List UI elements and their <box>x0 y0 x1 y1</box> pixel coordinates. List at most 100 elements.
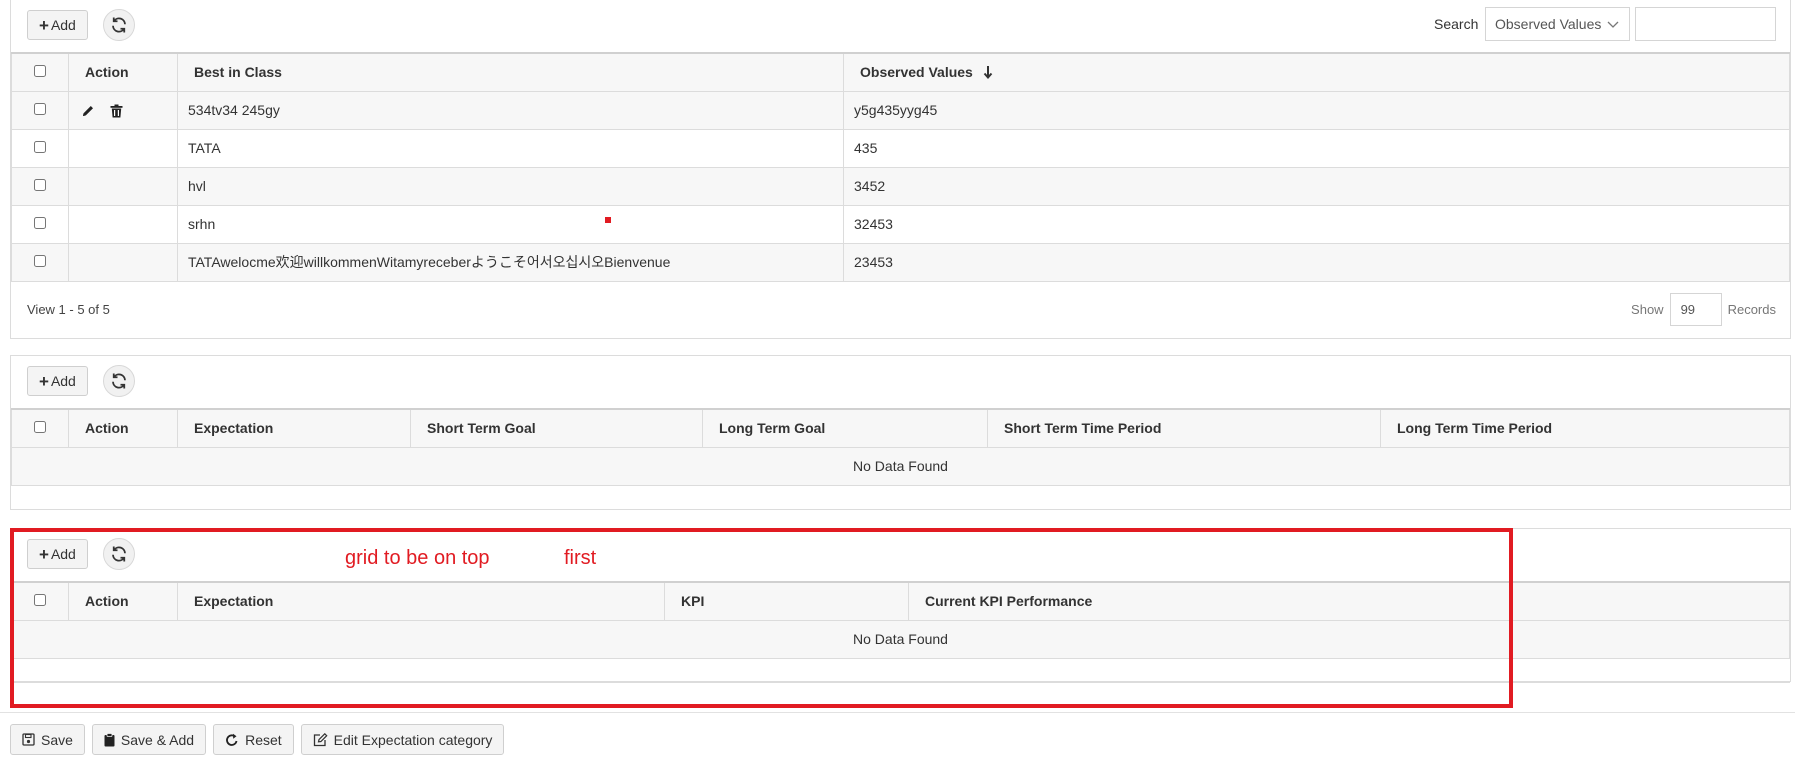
column-header-observed-values[interactable]: Observed Values <box>843 52 1790 92</box>
row-action-cell <box>68 242 178 282</box>
no-data-row: No Data Found <box>11 619 1790 659</box>
row-action-cell <box>68 166 178 206</box>
search-field-select[interactable]: Observed Values <box>1485 7 1630 41</box>
cell-best-in-class: srhn <box>177 204 844 244</box>
cell-best-in-class: 534tv34 245gy <box>177 90 844 130</box>
plus-icon: + <box>39 15 49 35</box>
trash-icon[interactable] <box>110 104 123 118</box>
grid1-add-button[interactable]: + Add <box>27 10 88 40</box>
row-select-cell <box>11 242 69 282</box>
table-header-row: Action Expectation KPI Current KPI Perfo… <box>11 581 1790 621</box>
grid2-add-button[interactable]: + Add <box>27 366 88 396</box>
row-checkbox[interactable] <box>34 141 46 153</box>
expectation-kpi-table: Action Expectation KPI Current KPI Perfo… <box>11 581 1790 659</box>
annotation-text-first: first <box>564 547 597 569</box>
column-header-short-term-goal[interactable]: Short Term Goal <box>410 408 703 448</box>
records-label: Records <box>1727 301 1776 317</box>
cell-observed-values: y5g435yyg45 <box>843 90 1790 130</box>
plus-icon: + <box>39 371 49 391</box>
cell-best-in-class: TATA <box>177 128 844 168</box>
expectation-kpi-panel: + Add Action Expectation KPI Current KPI… <box>10 528 1791 683</box>
reset-button-label: Reset <box>245 731 282 748</box>
column-header-action: Action <box>68 52 178 92</box>
grid1-add-label: Add <box>50 17 76 33</box>
grid3-toolbar: + Add <box>11 529 1790 581</box>
records-per-page-input[interactable] <box>1669 292 1722 326</box>
column-header-expectation[interactable]: Expectation <box>177 408 411 448</box>
row-select-cell <box>11 166 69 206</box>
show-label: Show <box>1631 301 1664 317</box>
select-all-checkbox[interactable] <box>34 594 46 607</box>
row-select-cell <box>11 90 69 130</box>
grid3-refresh-button[interactable] <box>103 538 135 570</box>
plus-icon: + <box>39 544 49 564</box>
row-select-cell <box>11 128 69 168</box>
pencil-icon[interactable] <box>81 104 95 118</box>
cell-best-in-class: TATAwelocme欢迎willkommenWitamyreceberようこそ… <box>177 242 844 282</box>
table-row[interactable]: hvl 3452 <box>11 166 1790 206</box>
column-header-current-kpi-performance[interactable]: Current KPI Performance <box>908 581 1790 621</box>
reset-icon <box>226 733 238 746</box>
save-button[interactable]: Save <box>10 724 85 755</box>
column-header-short-term-time-period[interactable]: Short Term Time Period <box>987 408 1381 448</box>
expectation-goals-panel: + Add Action Expectation Short Term Goal… <box>10 355 1791 510</box>
annotation-text-grid-on-top: grid to be on top <box>345 547 490 569</box>
search-input[interactable] <box>1635 7 1776 41</box>
row-checkbox[interactable] <box>34 179 46 191</box>
row-action-cell <box>68 204 178 244</box>
annotation-red-dot <box>605 217 611 223</box>
grid3-add-label: Add <box>50 546 76 562</box>
column-header-action: Action <box>68 581 178 621</box>
refresh-icon <box>112 17 126 33</box>
save-button-label: Save <box>41 731 73 748</box>
records-per-page: Show Records <box>1631 292 1776 326</box>
grid1-refresh-button[interactable] <box>103 9 135 41</box>
grid2-toolbar: + Add <box>11 356 1790 408</box>
select-all-checkbox[interactable] <box>34 421 46 434</box>
save-and-add-button-label: Save & Add <box>120 731 195 748</box>
cell-observed-values: 32453 <box>843 204 1790 244</box>
clipboard-icon <box>104 732 115 746</box>
row-checkbox[interactable] <box>34 217 46 229</box>
column-header-expectation[interactable]: Expectation <box>177 581 665 621</box>
table-row[interactable]: TATAwelocme欢迎willkommenWitamyreceberようこそ… <box>11 242 1790 282</box>
sort-down-arrow-icon <box>983 66 992 80</box>
table-header-row: Action Best in Class Observed Values <box>11 52 1790 92</box>
row-checkbox[interactable] <box>34 103 46 115</box>
row-action-cell <box>68 90 178 130</box>
best-in-class-panel: + Add Search Observed Values Action Best… <box>10 0 1791 339</box>
reset-button[interactable]: Reset <box>213 724 294 755</box>
search-label: Search <box>1434 16 1479 32</box>
column-header-kpi[interactable]: KPI <box>664 581 909 621</box>
best-in-class-table: Action Best in Class Observed Values 534… <box>11 52 1790 282</box>
table-row[interactable]: 534tv34 245gy y5g435yyg45 <box>11 90 1790 130</box>
column-header-long-term-goal[interactable]: Long Term Goal <box>702 408 988 448</box>
table-row[interactable]: srhn 32453 <box>11 204 1790 244</box>
cell-best-in-class: hvl <box>177 166 844 206</box>
column-header-action: Action <box>68 408 178 448</box>
grid3-footer <box>11 659 1790 683</box>
grid2-footer <box>11 486 1790 510</box>
form-separator <box>0 712 1795 713</box>
select-all-checkbox[interactable] <box>34 65 46 78</box>
grid2-refresh-button[interactable] <box>103 365 135 397</box>
chevron-down-icon <box>1607 21 1619 28</box>
cell-observed-values: 435 <box>843 128 1790 168</box>
expectation-goals-table: Action Expectation Short Term Goal Long … <box>11 408 1790 486</box>
no-data-row: No Data Found <box>11 446 1790 486</box>
column-header-long-term-time-period[interactable]: Long Term Time Period <box>1380 408 1790 448</box>
row-checkbox[interactable] <box>34 255 46 267</box>
grid1-footer: View 1 - 5 of 5 Show Records <box>11 282 1790 338</box>
edit-expectation-category-button[interactable]: Edit Expectation category <box>300 724 505 755</box>
pagination-summary: View 1 - 5 of 5 <box>27 301 110 317</box>
table-row[interactable]: TATA 435 <box>11 128 1790 168</box>
cell-observed-values: 23453 <box>843 242 1790 282</box>
column-header-best-in-class-label: Best in Class <box>194 64 282 81</box>
save-and-add-button[interactable]: Save & Add <box>91 724 207 755</box>
cell-observed-values: 3452 <box>843 166 1790 206</box>
refresh-icon <box>112 546 126 562</box>
column-header-best-in-class[interactable]: Best in Class <box>177 52 844 92</box>
form-actions: Save Save & Add Reset Edit Expectation c… <box>10 724 505 755</box>
grid2-add-label: Add <box>50 373 76 389</box>
grid3-add-button[interactable]: + Add <box>27 539 88 569</box>
